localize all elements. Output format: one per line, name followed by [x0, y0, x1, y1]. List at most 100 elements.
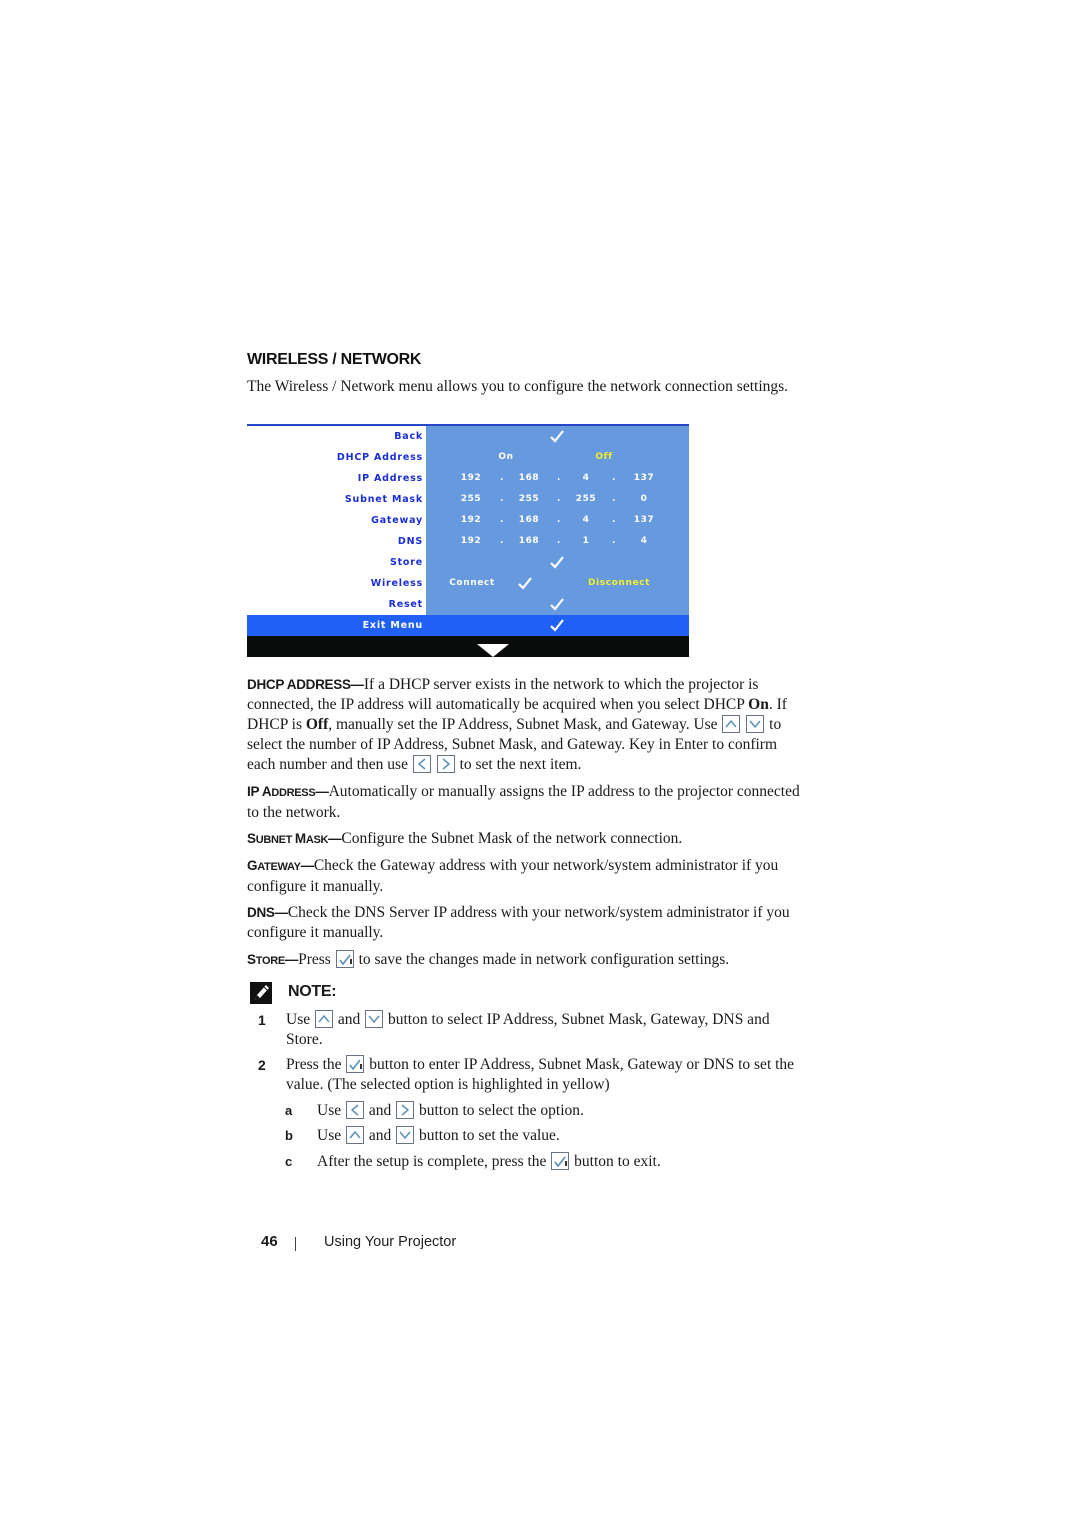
dns-octet-4[interactable]: 4 [630, 531, 658, 552]
up-arrow-key-icon [314, 1010, 333, 1028]
enter-key-icon [551, 1152, 570, 1170]
osd-row-exit-menu[interactable]: Exit Menu [247, 615, 689, 636]
osd-row-dhcp-address[interactable]: DHCP Address On Off [247, 447, 689, 468]
note-text: Use [317, 1102, 345, 1119]
check-icon [549, 597, 565, 611]
lead-part: IP A [247, 784, 272, 799]
gateway-octet-1[interactable]: 192 [457, 510, 485, 531]
dns-octet-2[interactable]: 168 [515, 531, 543, 552]
subnet-octet-4[interactable]: 0 [630, 489, 658, 510]
chapter-title: Using Your Projector [324, 1234, 457, 1250]
ip-octet-1[interactable]: 192 [457, 468, 485, 489]
note-item-number: 1 [258, 1012, 266, 1028]
subnet-mask-text: Configure the Subnet Mask of the network… [341, 830, 683, 847]
ip-octet-2[interactable]: 168 [515, 468, 543, 489]
osd-label-ip-address: IP Address [357, 473, 423, 484]
lead-part: ATEWAY [257, 861, 301, 873]
osd-menu-screenshot: Back DHCP Address On Off IP Address 192 … [247, 424, 689, 657]
lead-part: G [247, 858, 258, 873]
subnet-octet-2[interactable]: 255 [515, 489, 543, 510]
dns-octet-3[interactable]: 1 [572, 531, 600, 552]
dns-text: Check the DNS Server IP address with you… [247, 904, 790, 941]
dns-lead: DNS— [247, 905, 288, 920]
enter-key-icon [346, 1055, 365, 1073]
page-number: 46 [261, 1233, 278, 1250]
osd-label-store: Store [389, 557, 423, 568]
dns-octet-1[interactable]: 192 [457, 531, 485, 552]
store-lead: STORE— [247, 952, 298, 967]
note-item-number: 2 [258, 1057, 266, 1073]
osd-label-subnet-mask: Subnet Mask [344, 494, 423, 505]
osd-row-back[interactable]: Back [247, 426, 689, 447]
dns-sep-1: . [499, 536, 505, 546]
lead-part: TORE [255, 955, 285, 967]
gateway-octet-3[interactable]: 4 [572, 510, 600, 531]
osd-label-gateway: Gateway [371, 515, 423, 526]
right-arrow-key-icon [396, 1101, 415, 1119]
dhcp-on-term: On [748, 696, 769, 713]
osd-row-reset[interactable]: Reset [247, 594, 689, 615]
down-triangle-icon[interactable] [477, 644, 509, 657]
gateway-sep-3: . [611, 515, 617, 525]
left-arrow-key-icon [345, 1101, 364, 1119]
osd-row-dns[interactable]: DNS 192 . 168 . 1 . 4 [247, 531, 689, 552]
note-text: button to set the value. [415, 1127, 560, 1144]
osd-row-ip-address[interactable]: IP Address 192 . 168 . 4 . 137 [247, 468, 689, 489]
osd-label-dns: DNS [397, 536, 423, 547]
note-text: Use [286, 1011, 314, 1028]
lead-part: M [294, 831, 306, 846]
lead-part: UBNET [255, 834, 295, 846]
down-arrow-key-icon [396, 1126, 415, 1144]
ip-octet-3[interactable]: 4 [572, 468, 600, 489]
ip-address-text: Automatically or manually assigns the IP… [247, 783, 800, 821]
note-sub-item-b: b Use and button to set the value. [285, 1126, 805, 1146]
store-text-2: to save the changes made in network conf… [354, 951, 730, 968]
osd-row-subnet-mask[interactable]: Subnet Mask 255 . 255 . 255 . 0 [247, 489, 689, 510]
osd-label-back: Back [394, 431, 423, 442]
note-text: button to exit. [570, 1153, 661, 1170]
note-text: and [364, 1127, 396, 1144]
osd-label-dhcp-address: DHCP Address [336, 452, 423, 463]
note-item-2: 2 Press the button to enter IP Address, … [258, 1055, 808, 1095]
footer-divider [295, 1237, 296, 1251]
note-text: Use [317, 1127, 345, 1144]
ip-address-lead: IP ADDRESS— [247, 784, 329, 799]
note-item-1: 1 Use and button to select IP Address, S… [258, 1010, 808, 1050]
gateway-octet-2[interactable]: 168 [515, 510, 543, 531]
lead-part: — [284, 952, 299, 967]
dhcp-option-on[interactable]: On [493, 447, 519, 468]
subnet-sep-1: . [499, 494, 505, 504]
subnet-octet-1[interactable]: 255 [457, 489, 485, 510]
down-arrow-key-icon [365, 1010, 384, 1028]
note-text: and [364, 1102, 396, 1119]
pencil-note-icon [250, 982, 272, 1004]
osd-scroll-bar [247, 636, 689, 657]
osd-row-store[interactable]: Store [247, 552, 689, 573]
dhcp-text-3: , manually set the IP Address, Subnet Ma… [328, 716, 722, 733]
osd-label-wireless: Wireless [370, 578, 423, 589]
ip-octet-4[interactable]: 137 [630, 468, 658, 489]
note-label: NOTE: [288, 983, 337, 1000]
dns-sep-3: . [611, 536, 617, 546]
osd-row-wireless[interactable]: Wireless Connect Disconnect [247, 573, 689, 594]
lead-part: — [300, 858, 315, 873]
subnet-octet-3[interactable]: 255 [572, 489, 600, 510]
check-icon [549, 618, 565, 632]
store-text-1: Press [298, 951, 335, 968]
lead-part: S [247, 831, 256, 846]
note-text: After the setup is complete, press the [317, 1153, 551, 1170]
wireless-option-connect[interactable]: Connect [445, 573, 499, 594]
osd-row-gateway[interactable]: Gateway 192 . 168 . 4 . 137 [247, 510, 689, 531]
wireless-option-disconnect[interactable]: Disconnect [583, 573, 655, 594]
dns-description: DNS—Check the DNS Server IP address with… [247, 903, 807, 943]
dhcp-text-5: to set the next item. [455, 756, 582, 773]
check-icon [517, 576, 533, 590]
dhcp-option-off[interactable]: Off [589, 447, 619, 468]
gateway-octet-4[interactable]: 137 [630, 510, 658, 531]
enter-key-icon [335, 950, 354, 968]
right-arrow-key-icon [436, 755, 455, 773]
lead-part: — [328, 831, 342, 846]
subnet-mask-description: SUBNET MASK—Configure the Subnet Mask of… [247, 829, 807, 850]
gateway-description: GATEWAY—Check the Gateway address with y… [247, 856, 807, 897]
ip-address-description: IP ADDRESS—Automatically or manually ass… [247, 782, 807, 823]
